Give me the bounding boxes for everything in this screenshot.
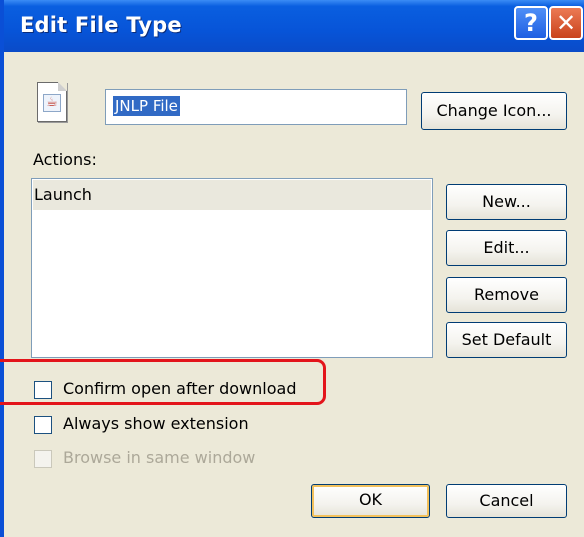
always-show-extension-checkbox[interactable] (34, 416, 52, 434)
help-button[interactable]: ? (514, 6, 548, 40)
actions-list[interactable]: Launch (31, 178, 433, 358)
set-default-button[interactable]: Set Default (446, 322, 567, 358)
close-button[interactable]: ✕ (549, 6, 583, 40)
change-icon-button[interactable]: Change Icon... (421, 92, 567, 130)
cancel-button[interactable]: Cancel (446, 484, 567, 518)
remove-action-button[interactable]: Remove (446, 277, 567, 313)
file-type-name-field[interactable]: JNLP File (105, 89, 407, 125)
ok-button[interactable]: OK (311, 484, 430, 518)
actions-label: Actions: (33, 150, 97, 169)
new-action-button[interactable]: New... (446, 184, 567, 220)
file-type-name-value: JNLP File (113, 96, 180, 116)
title-bar[interactable]: Edit File Type ? ✕ (4, 0, 584, 52)
dialog-title: Edit File Type (20, 13, 182, 37)
browse-same-window-checkbox (34, 450, 52, 468)
annotation-highlight-box (0, 359, 326, 405)
java-file-icon: ☕ (37, 82, 67, 122)
always-show-extension-label[interactable]: Always show extension (63, 414, 249, 433)
browse-same-window-label: Browse in same window (63, 448, 256, 467)
edit-action-button[interactable]: Edit... (446, 230, 567, 266)
java-cup-icon: ☕ (43, 94, 61, 112)
edit-file-type-dialog: Edit File Type ? ✕ ☕ JNLP File Change Ic… (0, 0, 584, 537)
list-item[interactable]: Launch (33, 180, 431, 210)
